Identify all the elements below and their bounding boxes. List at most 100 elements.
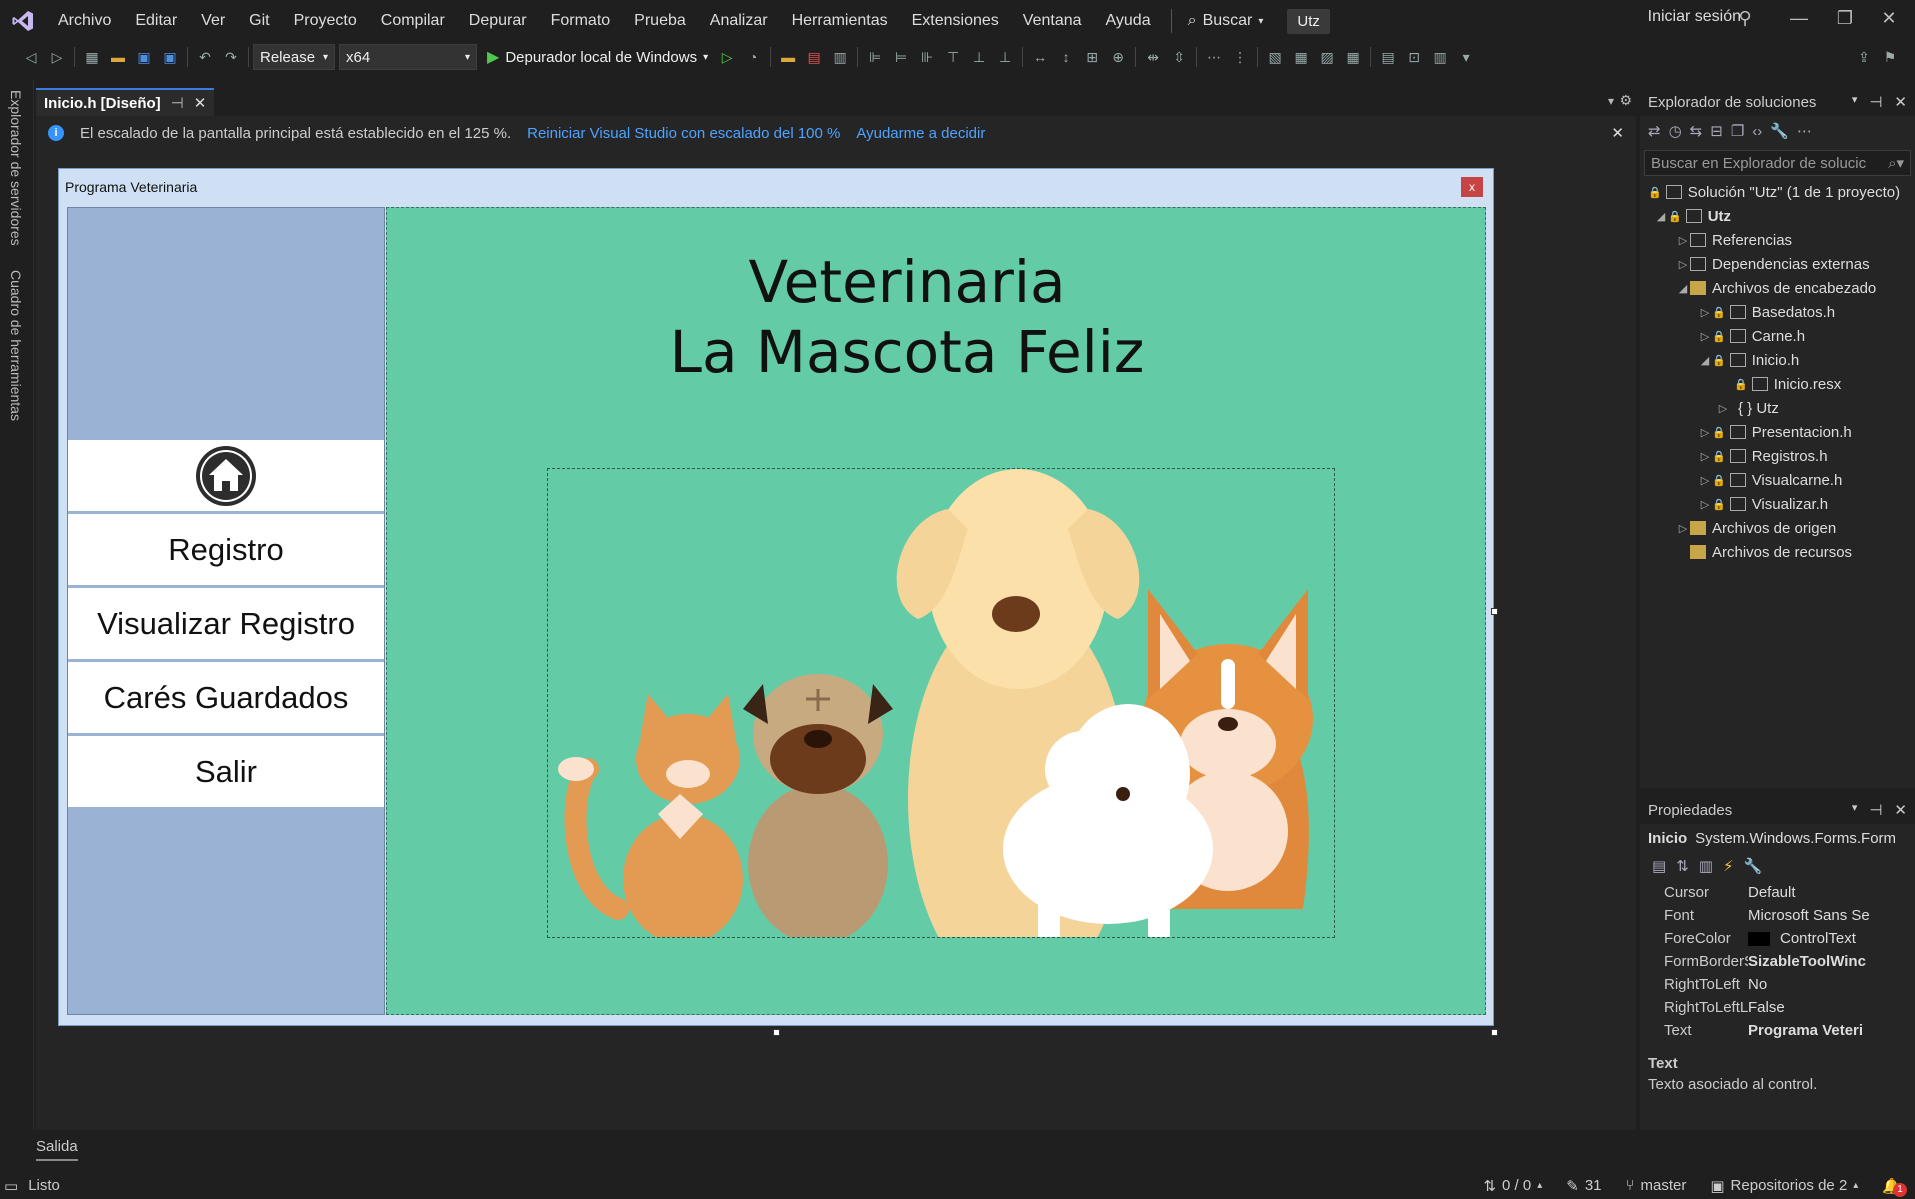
folder-icon[interactable]: ▬ [775,46,801,68]
menu-depurar[interactable]: Depurar [457,0,539,42]
property-row[interactable]: RightToLeftLaycFalse [1640,999,1915,1022]
sql-icon[interactable]: ▨ [1314,46,1340,68]
layout-icon[interactable]: ▥ [827,46,853,68]
collapsed-arrow-icon[interactable]: ▷ [1698,498,1712,511]
close-panel-icon[interactable]: ✕ [1894,93,1907,111]
make-same-width-icon[interactable]: ↔ [1027,46,1053,68]
menu-git[interactable]: Git [237,0,281,42]
size-to-grid-icon[interactable]: ⊞ [1079,46,1105,68]
align-lefts-icon[interactable]: ⊫ [862,46,888,68]
alphabetical-icon[interactable]: ⇅ [1676,857,1689,875]
property-value[interactable]: ControlText [1748,930,1888,953]
pin-icon[interactable]: ⊣ [1869,801,1882,819]
server-explorer-tab[interactable]: Explorador de servidores [8,90,24,246]
tree-project-utz[interactable]: ◢ 🔒 Utz [1640,204,1915,228]
show-all-files-icon[interactable]: ❐ [1731,122,1744,140]
visual-studio-logo-icon[interactable] [0,0,46,42]
solution-name-badge[interactable]: Utz [1287,8,1330,34]
resize-handle-right[interactable] [1491,608,1498,615]
close-panel-icon[interactable]: ✕ [1894,801,1907,819]
property-value[interactable]: SizableToolWinc [1748,953,1888,976]
nav-visualizar-registro-button[interactable]: Visualizar Registro [68,588,384,662]
collapsed-arrow-icon[interactable]: ▷ [1698,306,1712,319]
horizontal-spacing-icon[interactable]: ⇹ [1140,46,1166,68]
edits-indicator[interactable]: ✎ 31 [1566,1177,1601,1195]
menu-analizar[interactable]: Analizar [698,0,780,42]
settings-gear-icon[interactable]: ⚙ [1619,92,1632,109]
restart-scaling-link[interactable]: Reiniciar Visual Studio con escalado del… [527,125,840,142]
home-button[interactable] [68,440,384,514]
expanded-arrow-icon[interactable]: ◢ [1654,210,1668,223]
format-icon[interactable]: ▥ [1427,46,1453,68]
designed-form[interactable]: Programa Veterinaria x Registro Visualiz… [58,168,1494,1026]
platform-dropdown[interactable]: x64 ▾ [339,44,477,70]
form-content-panel[interactable]: Veterinaria La Mascota Feliz [386,207,1486,1015]
align-bottoms-icon[interactable]: ⊥ [992,46,1018,68]
nav-registro-button[interactable]: Registro [68,514,384,588]
tab-inicio-design[interactable]: Inicio.h [Diseño] ⊣ ✕ [36,88,215,116]
resize-handle-bottom[interactable] [773,1029,780,1036]
center-horizontally-icon[interactable]: ⋯ [1201,46,1227,68]
property-value[interactable]: No [1748,976,1888,999]
more-icon[interactable]: ⋯ [1797,122,1812,140]
back-icon[interactable]: ◁ [18,46,44,68]
chevron-down-icon[interactable]: ▾ [1852,93,1858,111]
nav-salir-button[interactable]: Salir [68,736,384,810]
bring-to-front-icon[interactable]: ▧ [1262,46,1288,68]
close-window-icon[interactable]: ✕ [1869,8,1909,29]
pets-picturebox[interactable] [547,468,1335,938]
align-rights-icon[interactable]: ⊪ [914,46,940,68]
tree-archivos-origen[interactable]: ▷ Archivos de origen [1640,516,1915,540]
menu-compilar[interactable]: Compilar [369,0,457,42]
view-code-icon[interactable]: ‹› [1752,123,1762,140]
tree-basedatos-h[interactable]: ▷ 🔒 Basedatos.h [1640,300,1915,324]
expanded-arrow-icon[interactable]: ◢ [1676,282,1690,295]
start-debugging-button[interactable]: ▶ Depurador local de Windows ▾ [481,47,714,67]
tree-archivos-encabezado[interactable]: ◢ Archivos de encabezado [1640,276,1915,300]
resize-handle-corner[interactable] [1491,1029,1498,1036]
output-tab[interactable]: Salida [36,1138,78,1161]
tree-referencias[interactable]: ▷ Referencias [1640,228,1915,252]
tree-visualizar-h[interactable]: ▷ 🔒 Visualizar.h [1640,492,1915,516]
notifications-button[interactable]: 🔔 1 [1882,1177,1907,1197]
tree-inicio-h[interactable]: ◢ 🔒 Inicio.h [1640,348,1915,372]
toolbox-tab[interactable]: Cuadro de herramientas [8,270,24,421]
property-row[interactable]: Text Programa Veteri [1640,1022,1915,1045]
account-icon[interactable]: ⚲ [1725,8,1765,29]
events-lightning-icon[interactable]: ⚡ [1723,857,1734,875]
property-row[interactable]: Cursor Default [1640,884,1915,907]
property-value[interactable]: False [1748,999,1888,1022]
property-row[interactable]: RightToLeft No [1640,976,1915,999]
undo-icon[interactable]: ↶ [192,46,218,68]
collapsed-arrow-icon[interactable]: ▷ [1676,234,1690,247]
collapsed-arrow-icon[interactable]: ▷ [1698,426,1712,439]
collapsed-arrow-icon[interactable]: ▷ [1698,330,1712,343]
properties-wrench-icon[interactable]: 🔧 [1770,122,1789,140]
close-infobar-icon[interactable]: ✕ [1611,124,1624,142]
property-value[interactable]: Microsoft Sans Se [1748,907,1888,930]
table-icon[interactable]: ▦ [1340,46,1366,68]
vertical-spacing-icon[interactable]: ⇳ [1166,46,1192,68]
menu-editar[interactable]: Editar [123,0,189,42]
tree-archivos-recursos[interactable]: Archivos de recursos [1640,540,1915,564]
properties-object-selector[interactable]: Inicio System.Windows.Forms.Form [1640,824,1915,852]
property-row[interactable]: ForeColor ControlText [1640,930,1915,953]
minimize-icon[interactable]: — [1779,8,1819,29]
menu-herramientas[interactable]: Herramientas [780,0,900,42]
properties-icon[interactable]: ▥ [1699,857,1713,875]
changes-indicator[interactable]: ⇅ 0 / 0 ▴ [1483,1177,1542,1195]
form-sidebar-panel[interactable]: Registro Visualizar Registro Carés Guard… [67,207,385,1015]
expanded-arrow-icon[interactable]: ◢ [1698,354,1712,367]
pin-icon[interactable]: ⊣ [171,94,184,112]
tree-carne-h[interactable]: ▷ 🔒 Carne.h [1640,324,1915,348]
zoom-icon[interactable]: ⊕ [1105,46,1131,68]
pending-changes-icon[interactable]: ◷ [1669,122,1682,140]
menu-archivo[interactable]: Archivo [46,0,123,42]
tab-order-icon[interactable]: ▤ [1375,46,1401,68]
tree-utz-namespace[interactable]: ▷ { } Utz [1640,396,1915,420]
toolbar-options-icon[interactable]: ▾ [1453,46,1479,68]
help-decide-link[interactable]: Ayudarme a decidir [856,125,985,142]
new-item-icon[interactable]: ▦ [79,46,105,68]
save-all-icon[interactable]: ▣ [157,46,183,68]
collapsed-arrow-icon[interactable]: ▷ [1676,522,1690,535]
